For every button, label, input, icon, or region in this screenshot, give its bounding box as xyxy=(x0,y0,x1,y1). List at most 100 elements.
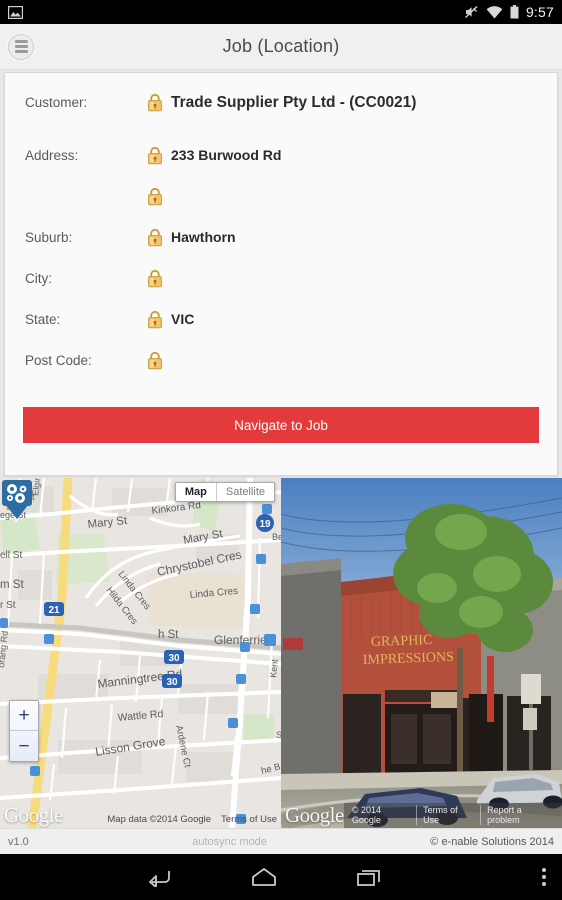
lock-icon xyxy=(148,310,162,329)
map-label: ell St xyxy=(0,550,22,561)
hamburger-menu-icon[interactable] xyxy=(8,33,34,60)
map-data-copyright: Map data ©2014 Google xyxy=(107,814,212,825)
google-logo: Google xyxy=(4,803,63,827)
image-notification-icon xyxy=(8,5,23,19)
svg-text:30: 30 xyxy=(166,677,178,688)
page-title: Job (Location) xyxy=(222,36,340,56)
svg-text:21: 21 xyxy=(48,605,60,616)
field-label-customer: Customer: xyxy=(25,95,88,110)
form-row-state: State: VIC xyxy=(25,310,537,351)
menu-line xyxy=(14,45,28,48)
map-terms-of-use-link[interactable]: Terms of Use xyxy=(221,814,277,825)
map-attribution-bar: Google Map data ©2014 Google Terms of Us… xyxy=(0,805,281,828)
home-icon[interactable] xyxy=(251,867,277,887)
footer-copyright: © e-nable Solutions 2014 xyxy=(430,835,554,848)
street-view-attribution-bar: Google © 2014 Google Terms of Use Report… xyxy=(281,803,562,828)
field-label-city: City: xyxy=(25,271,52,286)
field-value-suburb: Hawthorn xyxy=(147,228,236,248)
zoom-out-button[interactable]: − xyxy=(10,731,38,761)
street-view-report-link[interactable]: Report a problem xyxy=(480,805,560,825)
state-value: VIC xyxy=(171,311,195,327)
sync-mode-status: autosync mode xyxy=(192,835,267,848)
lock-icon xyxy=(148,228,162,247)
address-value: 233 Burwood Rd xyxy=(171,147,282,163)
form-row-suburb: Suburb: Hawthorn xyxy=(25,228,537,269)
app-version: v1.0 xyxy=(8,835,29,848)
map-attribution-links: Map data ©2014 Google Terms of Use xyxy=(107,812,281,828)
map-label: r St xyxy=(0,600,16,611)
field-label-address-line2 xyxy=(25,187,147,189)
route-shield: 30 xyxy=(162,674,182,688)
field-value-customer: Trade Supplier Pty Ltd - (CC0021) xyxy=(147,93,416,113)
shop-sign-line2: IMPRESSIONS xyxy=(363,650,454,668)
form-row-city: City: xyxy=(25,269,537,310)
map-type-satellite[interactable]: Satellite xyxy=(217,483,274,501)
job-location-gear-marker-icon[interactable] xyxy=(0,478,34,520)
overflow-menu-icon[interactable] xyxy=(542,868,546,886)
status-bar-system-icons: 9:57 xyxy=(464,4,554,20)
shop-sign-line1: GRAPHIC xyxy=(371,633,433,650)
mute-icon xyxy=(464,5,478,19)
menu-line xyxy=(14,50,28,53)
svg-text:19: 19 xyxy=(259,519,271,530)
customer-value: Trade Supplier Pty Ltd - (CC0021) xyxy=(171,94,417,111)
recents-icon[interactable] xyxy=(357,867,381,887)
field-value-state: VIC xyxy=(147,310,194,330)
map-type-map[interactable]: Map xyxy=(176,483,217,501)
map-and-streetview-panes: Kinkora Rd Mary St Mary St Chrystobel Cr… xyxy=(0,478,562,828)
field-label-state: State: xyxy=(25,312,61,327)
job-location-card: Customer: Trade Supplier Pty Ltd - (CC00… xyxy=(4,72,558,476)
field-value-address: 233 Burwood Rd xyxy=(147,146,281,166)
map-label: Kent xyxy=(268,658,280,678)
field-value-postcode xyxy=(147,351,171,371)
map-zoom-controls[interactable]: + − xyxy=(9,700,39,762)
app-screen: 9:57 Job (Location) Customer: Trade Supp… xyxy=(0,0,562,900)
lock-icon xyxy=(148,269,162,288)
street-view-pane[interactable]: GRAPHIC IMPRESSIONS Google © 2014 Google… xyxy=(281,478,562,828)
field-label-postcode: Post Code: xyxy=(25,353,92,368)
zoom-in-button[interactable]: + xyxy=(10,701,38,731)
app-footer: v1.0 autosync mode © e-nable Solutions 2… xyxy=(0,828,562,854)
street-view-image: GRAPHIC IMPRESSIONS xyxy=(281,478,562,828)
overflow-dot xyxy=(542,875,546,879)
status-bar-clock: 9:57 xyxy=(525,4,554,20)
job-location-form: Customer: Trade Supplier Pty Ltd - (CC00… xyxy=(5,73,557,392)
field-value-city xyxy=(147,269,171,289)
route-shield: 30 xyxy=(164,650,184,664)
street-view-copyright: © 2014 Google xyxy=(351,805,381,825)
field-label-address: Address: xyxy=(25,148,79,163)
map-label: h St xyxy=(158,629,179,641)
route-shield: 21 xyxy=(44,602,64,616)
back-icon[interactable] xyxy=(145,867,171,887)
suburb-value: Hawthorn xyxy=(171,229,236,245)
form-row-postcode: Post Code: xyxy=(25,351,537,392)
android-navigation-bar xyxy=(0,854,562,900)
street-view-attribution-links: © 2014 Google Terms of Use Report a prob… xyxy=(343,803,562,828)
app-title-bar: Job (Location) xyxy=(0,24,562,70)
map-type-toggle[interactable]: Map Satellite xyxy=(174,482,275,502)
overflow-dot xyxy=(542,868,546,872)
android-status-bar: 9:57 xyxy=(0,0,562,24)
map-label: m St xyxy=(0,579,24,591)
lock-icon xyxy=(148,187,162,206)
field-label-suburb: Suburb: xyxy=(25,230,73,245)
form-row-address-line2 xyxy=(25,187,537,228)
lock-icon xyxy=(148,93,162,112)
form-row-customer: Customer: Trade Supplier Pty Ltd - (CC00… xyxy=(25,93,537,146)
battery-icon xyxy=(510,5,519,19)
street-view-terms-link[interactable]: Terms of Use xyxy=(416,805,480,825)
svg-text:30: 30 xyxy=(168,653,180,664)
status-bar-notifications xyxy=(8,5,23,19)
map-label: Be xyxy=(272,532,281,542)
overflow-dot xyxy=(542,882,546,886)
google-map-pane[interactable]: Kinkora Rd Mary St Mary St Chrystobel Cr… xyxy=(0,478,281,828)
wifi-icon xyxy=(486,5,503,18)
map-canvas: Kinkora Rd Mary St Mary St Chrystobel Cr… xyxy=(0,478,281,828)
route-shield: 19 xyxy=(256,514,274,532)
lock-icon xyxy=(148,146,162,165)
lock-icon xyxy=(148,351,162,370)
navigate-to-job-button[interactable]: Navigate to Job xyxy=(23,407,539,443)
form-row-address: Address: 233 Burwood Rd xyxy=(25,146,537,187)
menu-line xyxy=(14,40,28,43)
google-logo: Google xyxy=(285,803,344,827)
